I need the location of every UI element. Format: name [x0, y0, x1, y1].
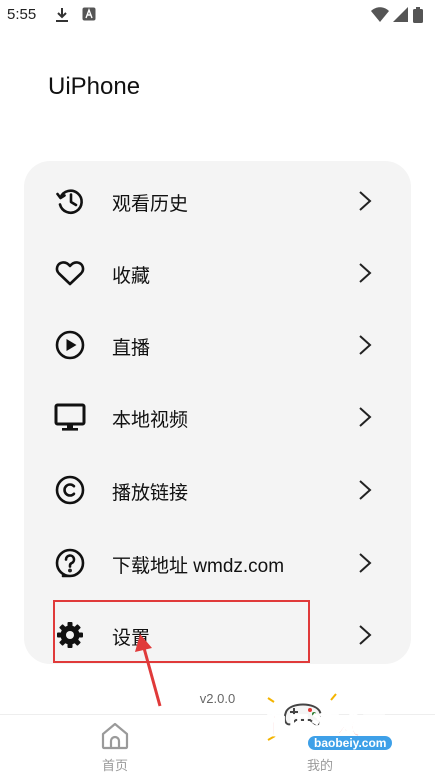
menu-item-label: 播放链接 — [112, 483, 189, 504]
battery-icon — [413, 7, 423, 28]
menu-item-label: 收藏 — [112, 266, 151, 287]
chevron-right-icon — [357, 334, 373, 356]
menu-card: 观看历史 收藏 直播 本地视频 播放链接 下载地址 wmdz.com 设置 — [24, 161, 411, 664]
play-circle-icon — [54, 329, 86, 361]
wifi-icon — [371, 7, 389, 27]
menu-item-label: 观看历史 — [112, 194, 189, 215]
chevron-right-icon — [357, 624, 373, 646]
copyright-icon — [54, 474, 86, 506]
menu-item-favorites[interactable]: 收藏 — [24, 237, 411, 309]
help-circle-icon — [54, 547, 86, 579]
app-title: UiPhone — [48, 73, 141, 100]
menu-item-label: 本地视频 — [112, 410, 189, 431]
watermark-url: baobeiy.com — [308, 736, 393, 750]
menu-item-download-address[interactable]: 下载地址 wmdz.com — [24, 527, 411, 599]
chevron-right-icon — [357, 406, 373, 428]
menu-item-live[interactable]: 直播 — [24, 309, 411, 381]
menu-item-label: 直播 — [112, 338, 151, 359]
menu-item-play-link[interactable]: 播放链接 — [24, 454, 411, 526]
status-time: 5:55 — [7, 6, 37, 23]
watermark-logo: 宝贝游戏网 baobeiy.com — [258, 680, 408, 770]
settings-highlight-box — [53, 600, 310, 663]
menu-item-history[interactable]: 观看历史 — [24, 165, 411, 237]
nav-tab-home[interactable]: 首页 — [85, 719, 145, 773]
menu-item-local-video[interactable]: 本地视频 — [24, 381, 411, 453]
signal-icon — [393, 7, 408, 27]
menu-item-label: 下载地址 wmdz.com — [112, 556, 285, 577]
chevron-right-icon — [357, 479, 373, 501]
heart-icon — [54, 257, 86, 289]
nav-home-label: 首页 — [101, 758, 128, 773]
chevron-right-icon — [357, 262, 373, 284]
home-icon — [100, 721, 130, 756]
download-icon — [55, 7, 69, 28]
chevron-right-icon — [357, 190, 373, 212]
chevron-right-icon — [357, 552, 373, 574]
status-bar: 5:55 — [0, 0, 435, 30]
app-notification-icon — [82, 7, 96, 26]
monitor-icon — [54, 401, 86, 433]
history-icon — [54, 185, 86, 217]
